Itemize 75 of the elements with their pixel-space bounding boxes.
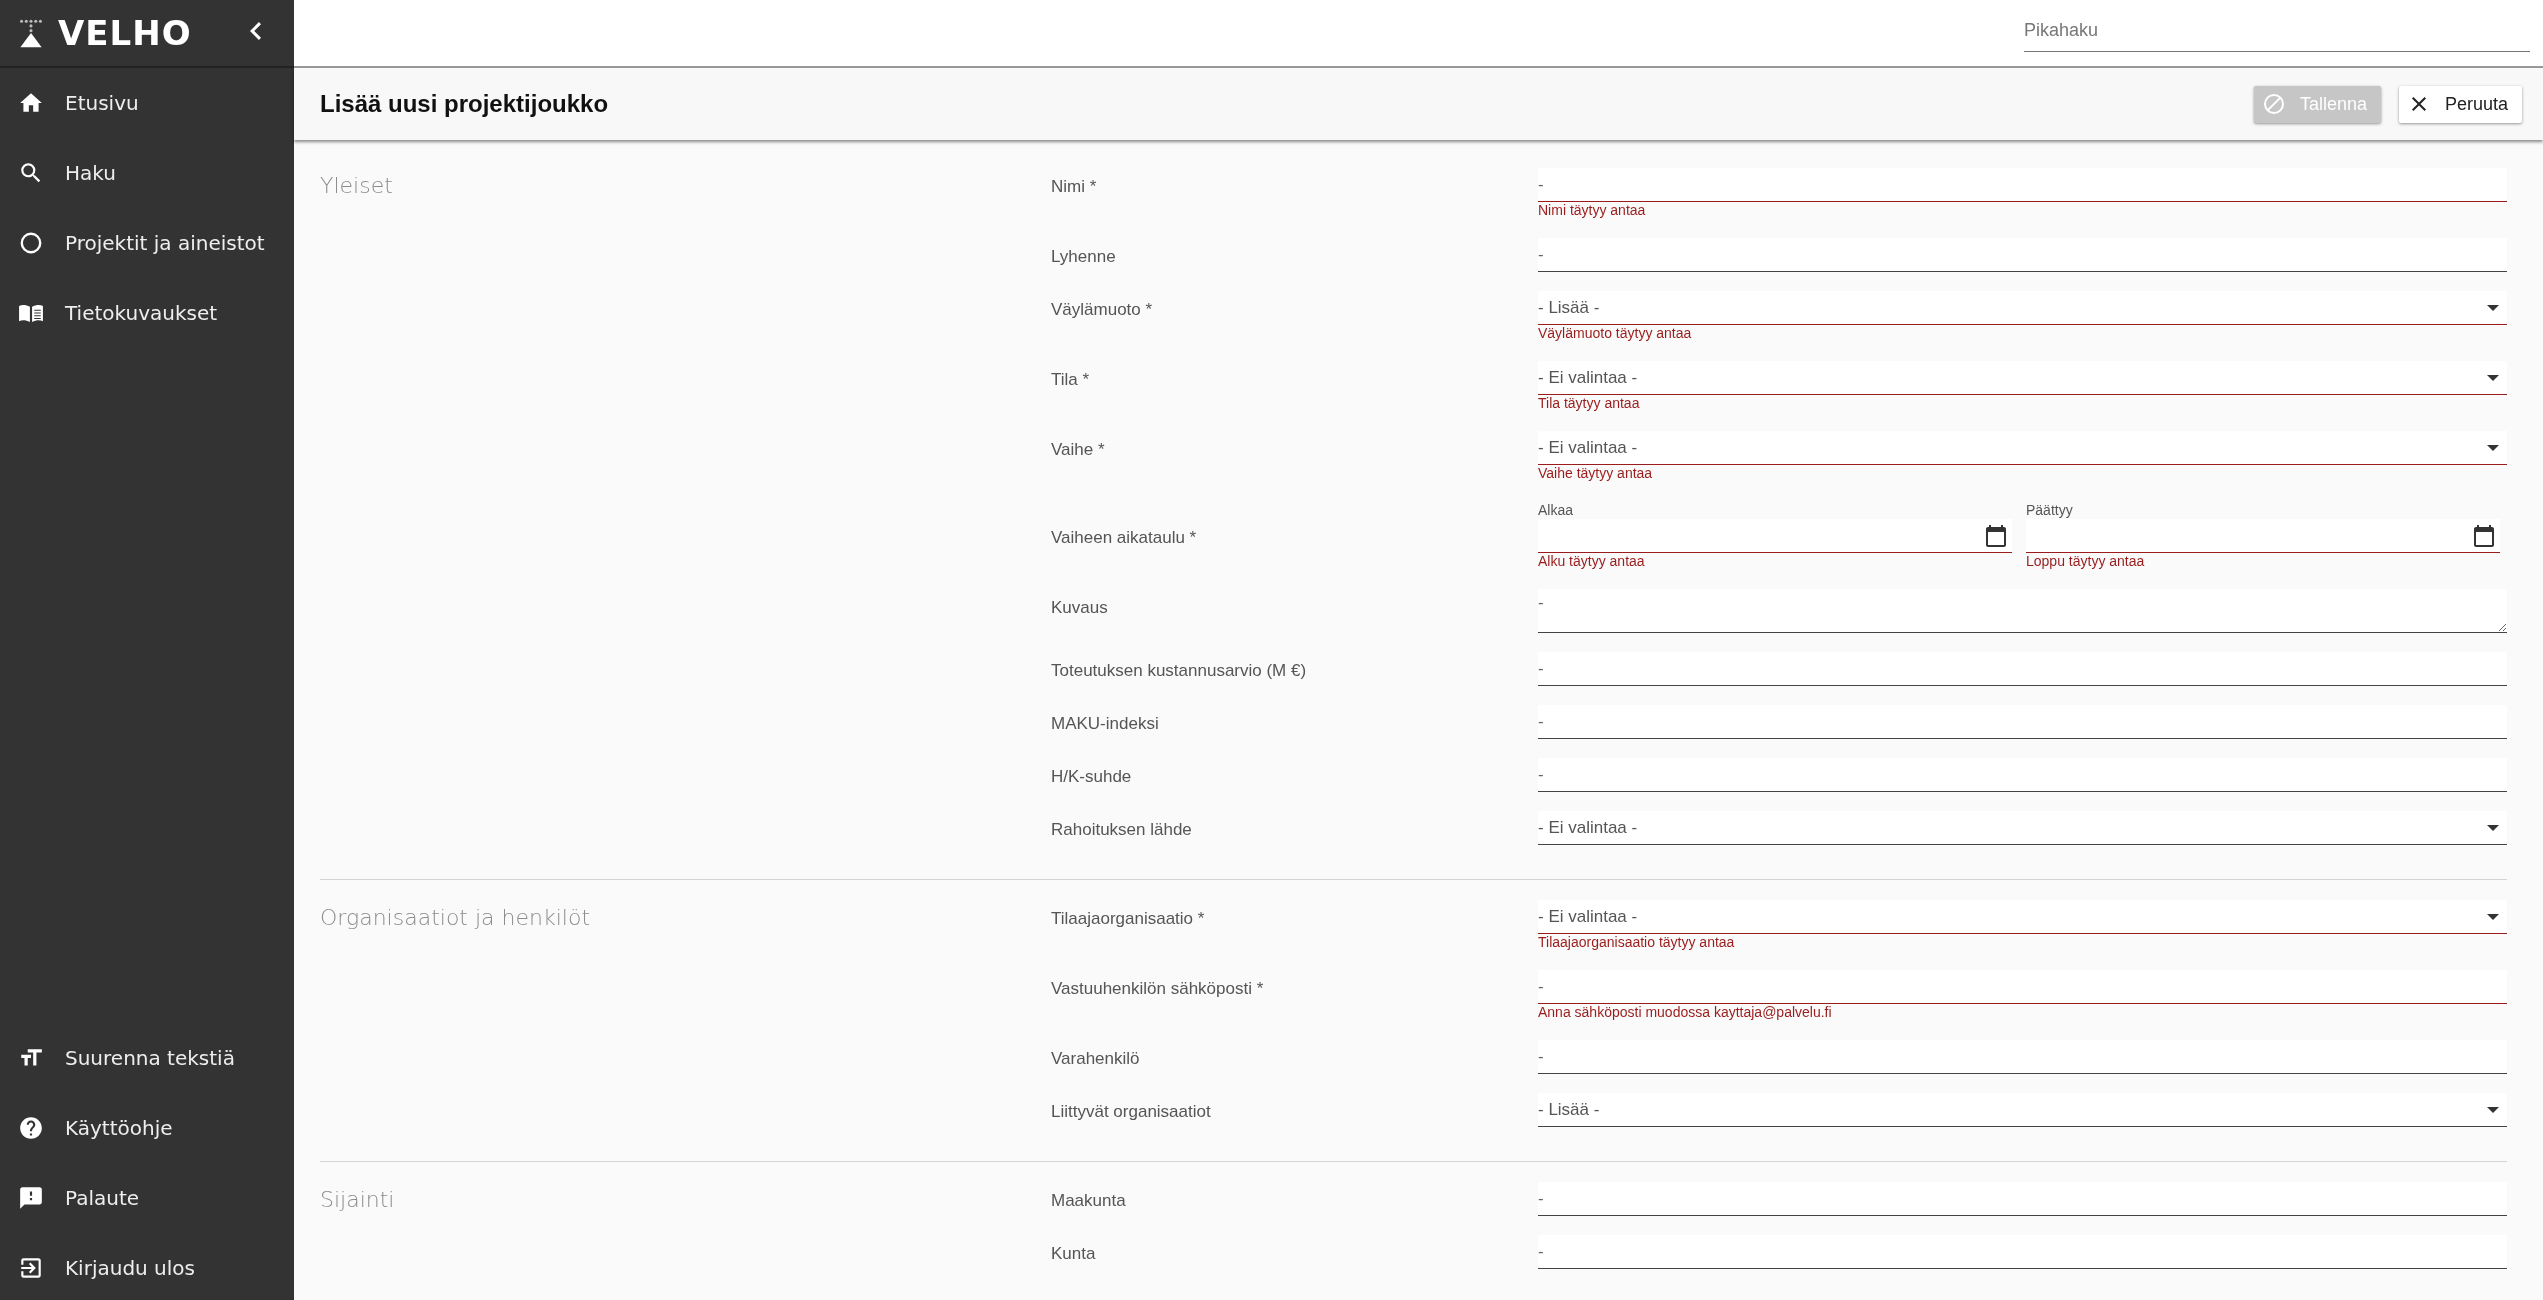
help-icon	[18, 1115, 44, 1141]
nav-item[interactable]: Projektit ja aineistot	[0, 208, 294, 278]
date-field[interactable]	[2026, 519, 2500, 553]
calendar-icon	[1984, 523, 2008, 548]
circle-icon	[18, 230, 44, 256]
field-label: Maakunta	[1051, 1190, 1127, 1212]
error-message: Loppu täytyy antaa	[2026, 553, 2146, 570]
page-title: Lisää uusi projektijoukko	[320, 90, 610, 118]
input-field[interactable]: -	[1538, 652, 2507, 686]
nav-item[interactable]: Tietokuvaukset	[0, 278, 294, 348]
error-message: Väylämuoto täytyy antaa	[1538, 325, 1693, 342]
error-message: Tilaajaorganisaatio täytyy antaa	[1538, 934, 1736, 951]
section-title: Sijainti	[320, 1186, 396, 1214]
input-field[interactable]: -	[1538, 758, 2507, 792]
nav-item[interactable]: Käyttöohje	[0, 1093, 294, 1163]
error-message: Anna sähköposti muodossa kayttaja@palvelu.fi	[1538, 1004, 1833, 1021]
search-field[interactable]: Pikahaku	[2024, 14, 2530, 52]
caret-icon	[2487, 374, 2499, 381]
error-message: Alku täytyy antaa	[1538, 553, 1646, 570]
calendar-icon	[2472, 523, 2496, 548]
input-field[interactable]: -	[1538, 168, 2507, 202]
nav-item[interactable]: Kirjaudu ulos	[0, 1233, 294, 1300]
caret-icon	[2487, 824, 2499, 831]
field-label: Vastuuhenkilön sähköposti *	[1051, 978, 1265, 1000]
field-label: Lyhenne	[1051, 246, 1117, 268]
nav-item[interactable]: Suurenna tekstiä	[0, 1023, 294, 1093]
input-field[interactable]: -	[1538, 705, 2507, 739]
dropdown[interactable]: - Ei valintaa -	[1538, 431, 2507, 465]
field-label: H/K-suhde	[1051, 766, 1133, 788]
field-label: Kuvaus	[1051, 597, 1109, 619]
caret-icon	[2487, 1106, 2499, 1113]
section-title: Yleiset	[320, 172, 394, 200]
section-title: Organisaatiot ja henkilöt	[320, 904, 591, 932]
input-field[interactable]: -	[1538, 1040, 2507, 1074]
field-label: Alkaa	[1538, 501, 1575, 519]
field-label: Tila *	[1051, 369, 1091, 391]
error-message: Tila täytyy antaa	[1538, 395, 1641, 412]
date-field[interactable]	[1538, 519, 2012, 553]
field-label: MAKU-indeksi	[1051, 713, 1160, 735]
nav-item[interactable]: Etusivu	[0, 68, 294, 138]
field-label: Varahenkilö	[1051, 1048, 1141, 1070]
nav-item[interactable]: Haku	[0, 138, 294, 208]
exit-icon	[18, 1255, 44, 1281]
field-label: Liittyvät organisaatiot	[1051, 1101, 1212, 1123]
nav-item[interactable]: Palaute	[0, 1163, 294, 1233]
logo-text: VELHO	[58, 13, 192, 53]
caret-icon	[2487, 444, 2499, 451]
error-message: Nimi täytyy antaa	[1538, 202, 1647, 219]
field-label: Tilaajaorganisaatio *	[1051, 908, 1206, 930]
caret-icon	[2487, 304, 2499, 311]
error-message: Vaihe täytyy antaa	[1538, 465, 1654, 482]
chevron-left-icon[interactable]	[250, 22, 261, 40]
caret-icon	[2487, 913, 2499, 920]
field-label: Päättyy	[2026, 501, 2074, 519]
field-label: Rahoituksen lähde	[1051, 819, 1193, 841]
cancel-button[interactable]: Peruuta	[2398, 85, 2522, 123]
field-label: Vaiheen aikataulu *	[1051, 527, 1198, 549]
speech-bubble-icon	[18, 1185, 44, 1211]
input-field[interactable]: -	[1538, 1235, 2507, 1269]
field-label: Kunta	[1051, 1243, 1097, 1265]
field-label: Nimi *	[1051, 176, 1098, 198]
logo-icon	[18, 18, 44, 48]
input-field[interactable]: -	[1538, 238, 2507, 272]
dropdown[interactable]: - Ei valintaa -	[1538, 361, 2507, 395]
input-field[interactable]: -	[1538, 1182, 2507, 1216]
dropdown[interactable]: - Ei valintaa -	[1538, 811, 2507, 845]
input-field[interactable]: -	[1538, 970, 2507, 1004]
field-label: Vaihe *	[1051, 439, 1106, 461]
dropdown[interactable]: - Ei valintaa -	[1538, 900, 2507, 934]
field-label: Väylämuoto *	[1051, 299, 1154, 321]
blocked-icon	[2261, 92, 2286, 116]
dropdown[interactable]: - Lisää -	[1538, 291, 2507, 325]
field-label: Toteutuksen kustannusarvio (M €)	[1051, 660, 1308, 682]
dropdown[interactable]: - Lisää -	[1538, 1093, 2507, 1127]
text-area[interactable]: -	[1538, 589, 2507, 633]
